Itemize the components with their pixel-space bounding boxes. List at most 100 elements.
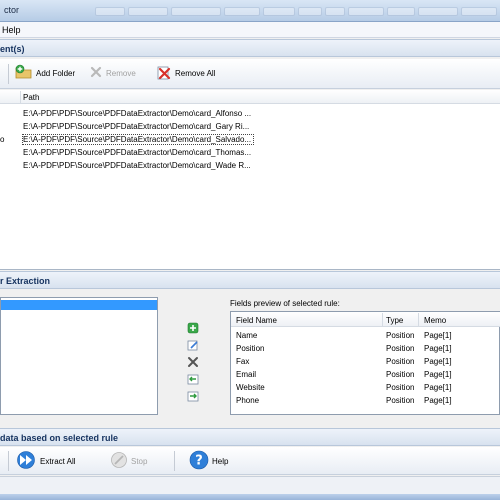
- document-row[interactable]: E:\A-PDF\PDF\Source\PDFDataExtractor\Dem…: [0, 147, 500, 159]
- document-list-header: Path: [0, 90, 500, 104]
- document-row[interactable]: E:\A-PDF\PDF\Source\PDFDataExtractor\Dem…: [0, 160, 500, 172]
- field-memo: Page[1]: [424, 383, 452, 392]
- field-row[interactable]: Fax Position Page[1]: [231, 356, 500, 369]
- export-rule-button[interactable]: [186, 390, 200, 404]
- rules-panel: Fields preview of selected rule: Field N…: [0, 289, 500, 427]
- background-tab: [418, 7, 458, 16]
- background-tab: [224, 7, 260, 16]
- toolbar-separator: [8, 451, 9, 471]
- remove-all-button[interactable]: Remove All: [153, 64, 218, 82]
- field-name: Email: [236, 370, 257, 379]
- rules-section-header: r Extraction: [0, 271, 500, 289]
- background-tab: [95, 7, 125, 16]
- column-divider[interactable]: [20, 91, 21, 103]
- add-icon: [187, 322, 199, 336]
- import-icon: [187, 373, 199, 387]
- column-divider[interactable]: [382, 313, 383, 326]
- help-icon: ?: [189, 450, 209, 472]
- extract-section-header: data based on selected rule: [0, 428, 500, 446]
- document-row[interactable]: E:\A-PDF\PDF\Source\PDFDataExtractor\Dem…: [0, 121, 500, 133]
- menu-bar: Help: [0, 22, 500, 38]
- window-title-bar: ctor: [0, 0, 500, 22]
- column-divider[interactable]: [418, 313, 419, 326]
- background-tab: [461, 7, 497, 16]
- add-rule-button[interactable]: [186, 322, 200, 336]
- remove-all-icon: [156, 64, 172, 82]
- extract-all-button[interactable]: Extract All: [12, 451, 79, 471]
- stop-label: Stop: [131, 456, 148, 466]
- add-folder-label: Add Folder: [36, 68, 76, 78]
- field-name: Name: [236, 331, 258, 340]
- field-memo: Page[1]: [424, 396, 452, 405]
- document-row-path: E:\A-PDF\PDF\Source\PDFDataExtractor\Dem…: [21, 134, 255, 145]
- import-rule-button[interactable]: [186, 373, 200, 387]
- background-tab: [263, 7, 295, 16]
- help-button[interactable]: ? Help: [186, 450, 231, 472]
- stop-button[interactable]: Stop: [107, 451, 150, 471]
- fields-preview-grid[interactable]: Field Name Type Memo Name Position Page[…: [230, 311, 500, 415]
- documents-section-title: ent(s): [0, 44, 25, 54]
- field-row[interactable]: Name Position Page[1]: [231, 330, 500, 343]
- field-row[interactable]: Phone Position Page[1]: [231, 395, 500, 408]
- remove-all-label: Remove All: [175, 68, 216, 78]
- extract-all-label: Extract All: [40, 456, 76, 466]
- background-tab: [171, 7, 221, 16]
- export-icon: [187, 390, 199, 404]
- fast-forward-icon: [15, 451, 37, 471]
- svg-text:?: ?: [195, 454, 203, 469]
- documents-section-header: ent(s): [0, 39, 500, 57]
- add-folder-icon: [15, 64, 33, 82]
- document-row[interactable]: E:\A-PDF\PDF\Source\PDFDataExtractor\Dem…: [0, 108, 500, 120]
- field-name: Phone: [236, 396, 260, 405]
- document-row-path: E:\A-PDF\PDF\Source\PDFDataExtractor\Dem…: [23, 122, 250, 131]
- background-tab: [325, 7, 345, 16]
- column-header-path[interactable]: Path: [23, 93, 39, 102]
- column-header-memo[interactable]: Memo: [424, 316, 446, 325]
- background-tab: [348, 7, 384, 16]
- remove-icon: [89, 65, 103, 81]
- menu-help[interactable]: Help: [2, 25, 21, 35]
- extract-section-title: data based on selected rule: [0, 433, 119, 443]
- field-memo: Page[1]: [424, 331, 452, 340]
- background-tab: [387, 7, 415, 16]
- remove-label: Remove: [106, 68, 136, 78]
- field-type: Position: [386, 370, 415, 379]
- document-row-focused[interactable]: o E:\A-PDF\PDF\Source\PDFDataExtractor\D…: [0, 134, 500, 146]
- field-memo: Page[1]: [424, 370, 452, 379]
- edit-rule-button[interactable]: [186, 339, 200, 353]
- delete-rule-button[interactable]: [186, 356, 200, 370]
- fields-preview-label: Fields preview of selected rule:: [230, 299, 340, 308]
- rules-section-title: r Extraction: [0, 276, 51, 286]
- delete-icon: [187, 356, 199, 370]
- document-row-path: E:\A-PDF\PDF\Source\PDFDataExtractor\Dem…: [23, 148, 252, 157]
- fields-grid-header: Field Name Type Memo: [231, 312, 500, 327]
- rule-list-selected-item[interactable]: [1, 300, 157, 310]
- field-type: Position: [386, 331, 415, 340]
- field-row[interactable]: Email Position Page[1]: [231, 369, 500, 382]
- field-row[interactable]: Website Position Page[1]: [231, 382, 500, 395]
- documents-toolbar: Add Folder Remove Remove All: [0, 59, 500, 89]
- column-header-field-name[interactable]: Field Name: [236, 316, 277, 325]
- document-list[interactable]: Path E:\A-PDF\PDF\Source\PDFDataExtracto…: [0, 90, 500, 270]
- field-type: Position: [386, 344, 415, 353]
- window-title: ctor: [4, 5, 20, 15]
- document-row-path: E:\A-PDF\PDF\Source\PDFDataExtractor\Dem…: [23, 161, 251, 170]
- background-tab: [298, 7, 322, 16]
- toolbar-separator: [174, 451, 175, 471]
- field-type: Position: [386, 396, 415, 405]
- field-name: Fax: [236, 357, 250, 366]
- taskbar-strip: [0, 494, 500, 500]
- field-type: Position: [386, 357, 415, 366]
- rule-list[interactable]: [0, 297, 158, 415]
- field-memo: Page[1]: [424, 357, 452, 366]
- field-name: Position: [236, 344, 265, 353]
- add-folder-button[interactable]: Add Folder: [12, 64, 78, 82]
- help-label: Help: [212, 456, 229, 466]
- stop-icon: [110, 451, 128, 471]
- field-name: Website: [236, 383, 265, 392]
- column-header-type[interactable]: Type: [386, 316, 403, 325]
- remove-button[interactable]: Remove: [86, 64, 139, 82]
- field-row[interactable]: Position Position Page[1]: [231, 343, 500, 356]
- toolbar-separator: [8, 64, 9, 84]
- document-row-path: E:\A-PDF\PDF\Source\PDFDataExtractor\Dem…: [23, 109, 252, 118]
